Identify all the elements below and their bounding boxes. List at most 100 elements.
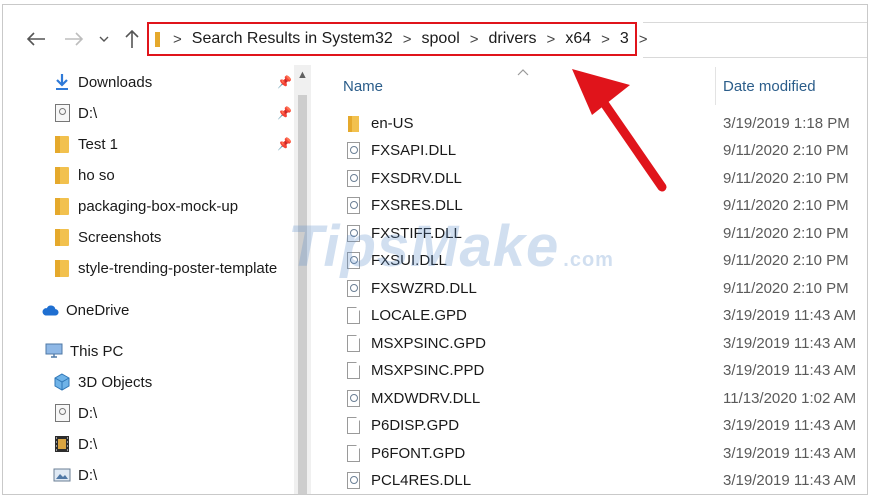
sidebar-item-this-pc[interactable]: This PC xyxy=(45,338,123,364)
arrow-right-icon xyxy=(65,32,84,46)
pin-icon[interactable]: 📌 xyxy=(277,75,292,89)
scroll-up-arrow-icon[interactable]: ▲ xyxy=(297,69,308,81)
column-header-date-modified[interactable]: Date modified xyxy=(723,69,816,103)
file-name: MXDWDRV.DLL xyxy=(371,390,481,407)
sidebar-item-screenshots[interactable]: Screenshots xyxy=(53,224,161,250)
file-name: PCL4RES.DLL xyxy=(371,472,472,489)
address-bar-empty-area[interactable] xyxy=(643,22,867,58)
file-date: 11/13/2020 1:02 AM xyxy=(723,390,857,407)
column-header-name[interactable]: Name xyxy=(343,69,383,103)
file-row[interactable]: MXDWDRV.DLL 11/13/2020 1:02 AM xyxy=(345,385,867,412)
chevron-right-icon[interactable]: > xyxy=(470,31,479,48)
column-divider[interactable] xyxy=(715,67,716,105)
folder-icon xyxy=(345,115,361,133)
file-row[interactable]: MSXPSINC.PPD 3/19/2019 11:43 AM xyxy=(345,357,867,384)
file-date: 9/11/2020 2:10 PM xyxy=(723,225,849,242)
sidebar-item-label: 3D Objects xyxy=(78,373,153,391)
file-row[interactable]: FXSUI.DLL 9/11/2020 2:10 PM xyxy=(345,247,867,274)
file-name: LOCALE.GPD xyxy=(371,307,467,324)
crumb-drivers[interactable]: drivers xyxy=(489,30,537,48)
sidebar-item-style-trending-poster-template[interactable]: style-trending-poster-template xyxy=(53,255,277,281)
file-row[interactable]: FXSAPI.DLL 9/11/2020 2:10 PM xyxy=(345,137,867,164)
file-row[interactable]: en-US 3/19/2019 1:18 PM xyxy=(345,110,867,137)
file-row[interactable]: PCL4RES.DLL 3/19/2019 11:43 AM xyxy=(345,467,867,494)
chevron-right-icon[interactable]: > xyxy=(601,31,610,48)
file-row[interactable]: LOCALE.GPD 3/19/2019 11:43 AM xyxy=(345,302,867,329)
sidebar-item-d-drive-3[interactable]: D:\ xyxy=(53,431,97,457)
file-date: 9/11/2020 2:10 PM xyxy=(723,252,849,269)
navigation-pane-scrollbar[interactable]: ▲ xyxy=(294,65,311,494)
dll-file-icon xyxy=(345,252,361,270)
document-icon xyxy=(345,307,361,325)
arrow-up-icon xyxy=(125,29,139,48)
chevron-right-icon[interactable]: > xyxy=(403,31,412,48)
pin-icon[interactable]: 📌 xyxy=(277,137,292,151)
file-name: MSXPSINC.GPD xyxy=(371,335,487,352)
file-name: FXSWZRD.DLL xyxy=(371,280,477,297)
file-date: 3/19/2019 11:43 AM xyxy=(723,417,857,434)
sidebar-item-label: This PC xyxy=(70,342,124,360)
sidebar-item-label: D:\ xyxy=(78,104,98,122)
file-date: 3/19/2019 1:18 PM xyxy=(723,115,850,132)
dll-file-icon xyxy=(345,280,361,298)
chevron-right-icon[interactable]: > xyxy=(547,31,556,48)
crumb-x64[interactable]: x64 xyxy=(565,30,591,48)
pc-icon xyxy=(45,342,63,360)
document-icon xyxy=(345,362,361,380)
crumb-search-results[interactable]: Search Results in System32 xyxy=(192,30,393,48)
file-row[interactable]: FXSDRV.DLL 9/11/2020 2:10 PM xyxy=(345,165,867,192)
sidebar-item-ho-so[interactable]: ho so xyxy=(53,162,115,188)
file-row[interactable]: FXSWZRD.DLL 9/11/2020 2:10 PM xyxy=(345,275,867,302)
folder-icon xyxy=(53,166,71,184)
sidebar-item-onedrive[interactable]: OneDrive xyxy=(41,297,129,323)
recent-locations-button[interactable] xyxy=(95,21,113,57)
sidebar-item-downloads[interactable]: Downloads xyxy=(53,69,152,95)
sidebar-item-d-drive[interactable]: D:\ xyxy=(53,100,97,126)
sidebar-item-d-drive-4[interactable]: D:\ xyxy=(53,462,97,488)
crumb-3[interactable]: 3 xyxy=(620,30,629,48)
dll-file-icon xyxy=(345,197,361,215)
file-row[interactable]: P6FONT.GPD 3/19/2019 11:43 AM xyxy=(345,440,867,467)
sidebar-item-3d-objects[interactable]: 3D Objects xyxy=(53,369,152,395)
file-name: en-US xyxy=(371,115,414,132)
sidebar-item-label: Screenshots xyxy=(78,228,162,246)
crumb-spool[interactable]: spool xyxy=(422,30,460,48)
folder-icon xyxy=(53,259,71,277)
pin-icon[interactable]: 📌 xyxy=(277,106,292,120)
sidebar-item-test-1[interactable]: Test 1 xyxy=(53,131,118,157)
chevron-right-icon[interactable]: > xyxy=(173,31,182,48)
navigation-pane: Downloads D:\ Test 1 ho so packaging-box… xyxy=(3,65,293,494)
sidebar-item-label: ho so xyxy=(78,166,115,184)
sidebar-item-packaging-box-mock-up[interactable]: packaging-box-mock-up xyxy=(53,193,238,219)
up-button[interactable] xyxy=(119,21,145,57)
folder-icon xyxy=(53,197,71,215)
cloud-icon xyxy=(41,301,59,319)
forward-button[interactable] xyxy=(61,21,87,57)
dll-file-icon xyxy=(345,472,361,490)
sidebar-item-label: D:\ xyxy=(78,466,98,484)
back-button[interactable] xyxy=(23,21,49,57)
sort-ascending-icon xyxy=(517,65,529,79)
file-row[interactable]: MSXPSINC.GPD 3/19/2019 11:43 AM xyxy=(345,330,867,357)
sidebar-item-d-drive-2[interactable]: D:\ xyxy=(53,400,97,426)
sidebar-item-label: packaging-box-mock-up xyxy=(78,197,239,215)
dll-file-icon xyxy=(345,142,361,160)
sidebar-item-label: OneDrive xyxy=(66,301,130,319)
file-row[interactable]: FXSRES.DLL 9/11/2020 2:10 PM xyxy=(345,192,867,219)
file-date: 9/11/2020 2:10 PM xyxy=(723,170,849,187)
file-name: FXSUI.DLL xyxy=(371,252,447,269)
file-row[interactable]: P6DISP.GPD 3/19/2019 11:43 AM xyxy=(345,412,867,439)
dll-file-icon xyxy=(345,170,361,188)
chevron-down-icon xyxy=(99,36,109,42)
cube-icon xyxy=(53,373,71,391)
address-bar-breadcrumb[interactable]: > Search Results in System32 > spool > d… xyxy=(147,22,648,56)
sidebar-item-label: D:\ xyxy=(78,404,98,422)
file-date: 3/19/2019 11:43 AM xyxy=(723,307,857,324)
sidebar-item-label: Test 1 xyxy=(78,135,119,153)
download-icon xyxy=(53,73,71,91)
image-drive-icon xyxy=(53,466,71,484)
file-row[interactable]: FXSTIFF.DLL 9/11/2020 2:10 PM xyxy=(345,220,867,247)
scrollbar-thumb[interactable] xyxy=(298,95,307,494)
sidebar-item-label: D:\ xyxy=(78,435,98,453)
file-name: FXSTIFF.DLL xyxy=(371,225,462,242)
